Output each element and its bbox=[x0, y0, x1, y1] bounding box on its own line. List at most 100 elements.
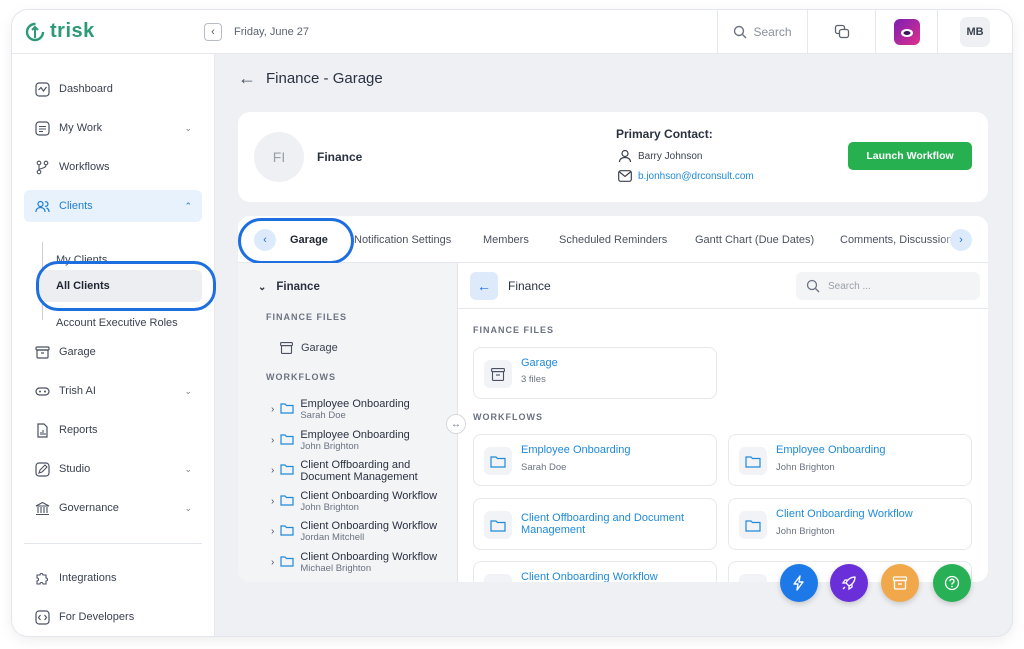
sidebar-item-label: Studio bbox=[59, 463, 91, 475]
tree-section-files: FINANCE FILES bbox=[266, 312, 348, 322]
trisk-logo-icon bbox=[25, 22, 45, 41]
user-menu[interactable]: MB bbox=[937, 10, 1012, 54]
workflow-owner: Michael Brighton bbox=[300, 563, 372, 574]
chevron-down-icon: ⌄ bbox=[184, 463, 192, 474]
folder-card[interactable]: Garage 3 files bbox=[473, 347, 717, 399]
governance-icon bbox=[34, 500, 50, 516]
folder-icon bbox=[280, 434, 294, 445]
sidebar-item-reports[interactable]: Reports bbox=[24, 414, 202, 446]
sidebar-item-garage[interactable]: Garage bbox=[24, 336, 202, 368]
archive-icon bbox=[280, 342, 293, 354]
app-switcher-button[interactable] bbox=[875, 10, 937, 54]
workflow-title: Employee Onboarding bbox=[300, 398, 410, 410]
sidebar-item-trish-ai[interactable]: Trish AI ⌄ bbox=[24, 375, 202, 407]
integrations-icon bbox=[34, 570, 50, 586]
tree-item-label: Garage bbox=[301, 342, 338, 354]
workflow-title: Client Offboarding and Document Manageme… bbox=[300, 459, 418, 483]
workflow-owner: John Brighton bbox=[776, 526, 835, 537]
user-icon bbox=[618, 149, 632, 163]
sidebar-item-my-work[interactable]: My Work ⌄ bbox=[24, 112, 202, 144]
chat-icon bbox=[834, 24, 849, 39]
tree-workflow-item[interactable]: › Client Onboarding Workflow John Brighto… bbox=[271, 490, 437, 514]
client-content-card: ‹ Garage Notification Settings Members S… bbox=[238, 216, 988, 582]
workflow-owner: Jordan Mitchell bbox=[300, 532, 365, 543]
sidebar-item-governance[interactable]: Governance ⌄ bbox=[24, 492, 202, 524]
contact-email[interactable]: b.jonhson@drconsult.com bbox=[618, 170, 754, 182]
tab-comments[interactable]: Comments, Discussion bbox=[840, 234, 952, 246]
tab-gantt-chart[interactable]: Gantt Chart (Due Dates) bbox=[695, 234, 814, 246]
tree-workflow-item[interactable]: › Employee Onboarding John Brighton bbox=[271, 429, 410, 453]
sidebar-item-for-developers[interactable]: For Developers bbox=[24, 601, 202, 633]
chevron-up-icon: ⌃ bbox=[184, 200, 192, 211]
launch-button[interactable] bbox=[830, 564, 868, 602]
quick-actions-button[interactable] bbox=[780, 564, 818, 602]
workflow-card[interactable]: Employee Onboarding John Brighton bbox=[728, 434, 972, 486]
chevron-down-icon: ⌄ bbox=[184, 385, 192, 396]
sidebar-item-label: My Work bbox=[59, 122, 103, 134]
browser-section-workflows: WORKFLOWS bbox=[473, 412, 543, 422]
workflow-title: Client Onboarding Workflow bbox=[300, 551, 438, 563]
browser-search-input[interactable]: Search ... bbox=[796, 272, 980, 300]
folder-count: 3 files bbox=[521, 374, 546, 385]
tree-workflow-item[interactable]: › Client Onboarding Workflow Michael Brig… bbox=[271, 551, 437, 575]
tree-workflow-item[interactable]: › Employee Onboarding Sarah Doe bbox=[271, 398, 410, 422]
sidebar-item-label: Integrations bbox=[59, 572, 117, 584]
contact-name: Barry Johnson bbox=[618, 149, 702, 163]
app-window: trisk ‹ Friday, June 27 Search MB Dashbo… bbox=[12, 10, 1012, 636]
tree-workflow-item[interactable]: › Client Offboarding and Document Manage… bbox=[271, 459, 430, 483]
sidebar-item-label: Dashboard bbox=[59, 83, 113, 95]
sidebar-subitem-account-executive-roles[interactable]: Account Executive Roles bbox=[56, 317, 178, 329]
workflow-owner: Sarah Doe bbox=[521, 462, 567, 473]
tree-item-garage[interactable]: Garage bbox=[280, 342, 338, 354]
help-icon bbox=[944, 575, 960, 591]
workflow-card[interactable]: Client Onboarding Workflow John Brighton bbox=[728, 498, 972, 550]
studio-icon bbox=[34, 461, 50, 477]
archive-icon bbox=[892, 576, 908, 590]
global-search[interactable]: Search bbox=[717, 10, 807, 54]
sidebar: Dashboard My Work ⌄ Workflows Clients ⌃ … bbox=[12, 54, 216, 636]
messages-button[interactable] bbox=[807, 10, 875, 54]
archive-icon bbox=[34, 344, 50, 360]
workflow-name: Client Onboarding Workflow bbox=[776, 508, 913, 520]
contact-email-text: b.jonhson@drconsult.com bbox=[638, 170, 754, 182]
reports-icon bbox=[34, 422, 50, 438]
tab-members[interactable]: Members bbox=[483, 234, 529, 246]
tree-workflow-item[interactable]: › Client Onboarding Workflow Jordan Mitch… bbox=[271, 520, 437, 544]
search-icon bbox=[734, 25, 747, 39]
tree-root-finance[interactable]: ⌄ Finance bbox=[258, 281, 320, 293]
contact-name-text: Barry Johnson bbox=[638, 150, 703, 162]
sidebar-item-label: Reports bbox=[59, 424, 98, 436]
help-button[interactable] bbox=[933, 564, 971, 602]
workflow-card[interactable]: Employee Onboarding Sarah Doe bbox=[473, 434, 717, 486]
sidebar-item-dashboard[interactable]: Dashboard bbox=[24, 73, 202, 105]
collapse-sidebar-button[interactable]: ‹ bbox=[204, 23, 222, 41]
workflow-name: Employee Onboarding bbox=[776, 444, 886, 456]
tab-scheduled-reminders[interactable]: Scheduled Reminders bbox=[559, 234, 667, 246]
workflow-card[interactable]: Client Offboarding and Document Manageme… bbox=[473, 498, 717, 550]
sidebar-item-workflows[interactable]: Workflows bbox=[24, 151, 202, 183]
sidebar-item-integrations[interactable]: Integrations bbox=[24, 562, 202, 594]
sidebar-item-studio[interactable]: Studio ⌄ bbox=[24, 453, 202, 485]
workflow-card[interactable]: Client Onboarding Workflow bbox=[473, 561, 717, 582]
back-arrow-icon[interactable]: ← bbox=[238, 68, 256, 89]
folder-icon bbox=[280, 556, 294, 567]
developers-icon bbox=[34, 609, 50, 625]
browser-header: ← Finance Search ... bbox=[458, 263, 988, 309]
brand-logo[interactable]: trisk bbox=[24, 20, 95, 43]
avatar: MB bbox=[960, 17, 990, 47]
client-summary-card: FI Finance Primary Contact: Barry Johnso… bbox=[238, 112, 988, 202]
archive-button[interactable] bbox=[881, 564, 919, 602]
tabs-next-button[interactable]: › bbox=[950, 229, 972, 251]
mail-icon bbox=[618, 170, 632, 182]
folder-icon bbox=[280, 403, 294, 414]
chevron-right-icon: › bbox=[271, 557, 275, 568]
sidebar-item-clients[interactable]: Clients ⌃ bbox=[24, 190, 202, 222]
workflow-owner: John Brighton bbox=[300, 502, 359, 513]
tree-section-workflows: WORKFLOWS bbox=[266, 372, 336, 382]
dashboard-icon bbox=[34, 81, 50, 97]
launch-workflow-button[interactable]: Launch Workflow bbox=[848, 142, 972, 170]
workflow-owner: John Brighton bbox=[300, 441, 359, 452]
browser-back-button[interactable]: ← bbox=[470, 272, 498, 300]
page-title: Finance - Garage bbox=[266, 70, 383, 87]
tab-notification-settings[interactable]: Notification Settings bbox=[354, 234, 451, 246]
